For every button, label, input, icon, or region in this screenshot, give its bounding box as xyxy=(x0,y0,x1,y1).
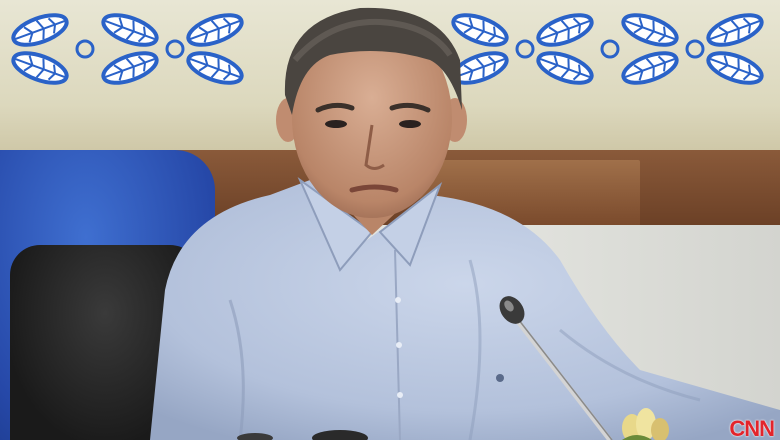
microphone-icon xyxy=(237,296,613,440)
flower-icon xyxy=(622,408,669,440)
cnn-logo: CNN xyxy=(729,416,775,440)
video-frame: CNN xyxy=(0,0,780,440)
